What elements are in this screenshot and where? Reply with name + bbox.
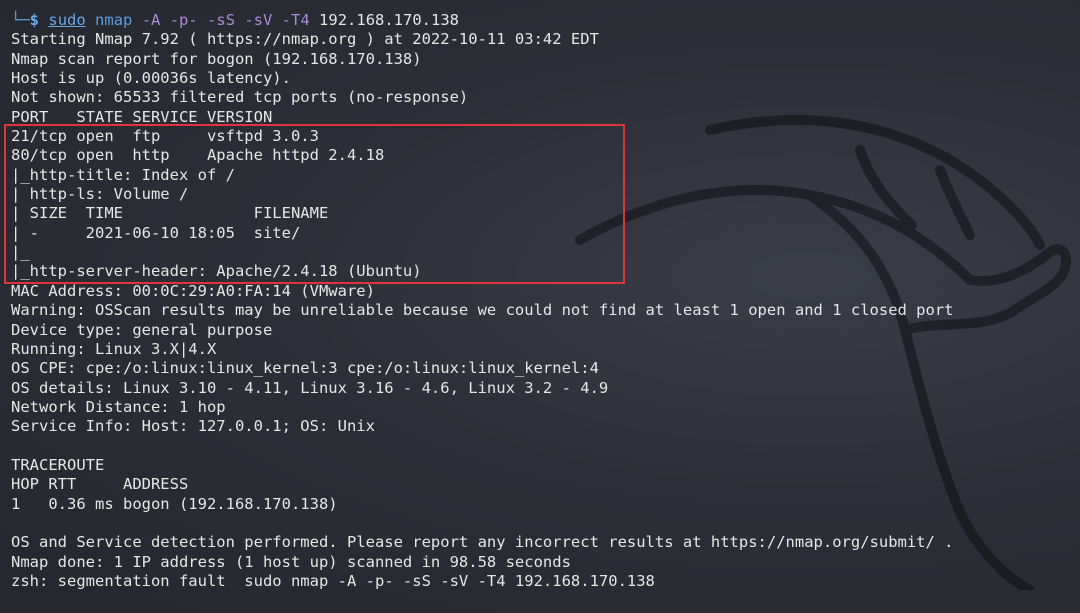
output-line: 21/tcp open ftp vsftpd 3.0.3 bbox=[11, 127, 319, 146]
output-line: PORT STATE SERVICE VERSION bbox=[11, 107, 273, 126]
output-line: Nmap done: 1 IP address (1 host up) scan… bbox=[11, 552, 571, 571]
output-line: Warning: OSScan results may be unreliabl… bbox=[11, 301, 954, 320]
output-line: TRACEROUTE bbox=[11, 455, 105, 474]
terminal-window[interactable]: └─$ sudo nmap -A -p- -sS -sV -T4 192.168… bbox=[0, 0, 1080, 613]
output-line: OS details: Linux 3.10 - 4.11, Linux 3.1… bbox=[11, 378, 609, 397]
output-line: zsh: segmentation fault sudo nmap -A -p-… bbox=[11, 571, 655, 590]
output-line: Network Distance: 1 hop bbox=[11, 397, 226, 416]
command-flags: -A -p- -sS -sV -T4 bbox=[141, 11, 310, 29]
output-line: Nmap scan report for bogon (192.168.170.… bbox=[11, 49, 422, 68]
prompt-symbol: $ bbox=[29, 11, 40, 29]
output-line: 80/tcp open http Apache httpd 2.4.18 bbox=[11, 146, 385, 165]
output-line: |_ bbox=[11, 243, 30, 262]
output-line: Device type: general purpose bbox=[11, 320, 273, 339]
output-line: MAC Address: 00:0C:29:A0:FA:14 (VMware) bbox=[11, 281, 375, 300]
output-line: Service Info: Host: 127.0.0.1; OS: Unix bbox=[11, 417, 375, 436]
prompt-line[interactable]: └─$ sudo nmap -A -p- -sS -sV -T4 192.168… bbox=[11, 11, 1080, 30]
output-line: | - 2021-06-10 18:05 site/ bbox=[11, 223, 301, 242]
output-line: Starting Nmap 7.92 ( https://nmap.org ) … bbox=[11, 30, 599, 49]
command-sudo: sudo bbox=[48, 11, 86, 29]
output-line: Not shown: 65533 filtered tcp ports (no-… bbox=[11, 88, 469, 107]
output-line: |_http-title: Index of / bbox=[11, 165, 235, 184]
output-line: 1 0.36 ms bogon (192.168.170.138) bbox=[11, 494, 338, 513]
command-target: 192.168.170.138 bbox=[319, 11, 460, 29]
output-line: OS and Service detection performed. Plea… bbox=[11, 533, 954, 552]
output-line: |_http-server-header: Apache/2.4.18 (Ubu… bbox=[11, 262, 422, 281]
output-line: | SIZE TIME FILENAME bbox=[11, 204, 329, 223]
output-line: Running: Linux 3.X|4.X bbox=[11, 339, 217, 358]
terminal-output: └─$ sudo nmap -A -p- -sS -sV -T4 192.168… bbox=[11, 11, 1080, 591]
output-line: HOP RTT ADDRESS bbox=[11, 475, 189, 494]
output-line: | http-ls: Volume / bbox=[11, 185, 189, 204]
output-line: OS CPE: cpe:/o:linux:linux_kernel:3 cpe:… bbox=[11, 359, 599, 378]
prompt-corner: └─ bbox=[11, 11, 30, 29]
output-line: Host is up (0.00036s latency). bbox=[11, 69, 291, 88]
command-binary: nmap bbox=[95, 11, 133, 29]
